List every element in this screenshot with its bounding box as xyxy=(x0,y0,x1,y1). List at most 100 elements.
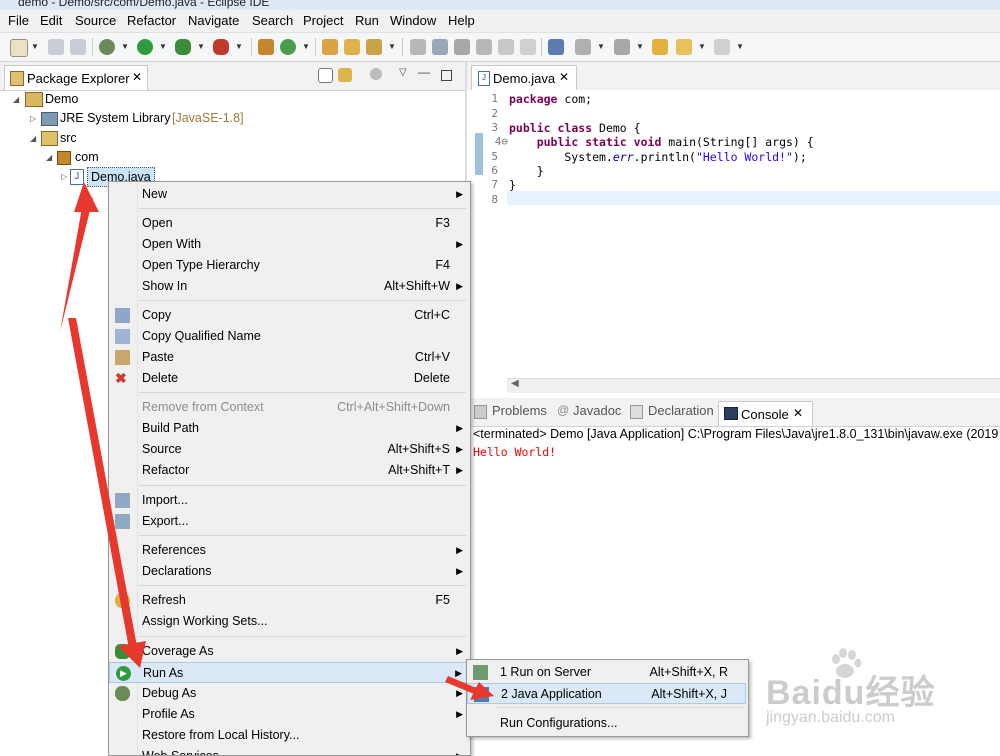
new-java-package-icon[interactable] xyxy=(258,39,274,55)
open-folder-icon[interactable] xyxy=(344,39,360,55)
tab-demo-java[interactable]: J Demo.java ✕ xyxy=(471,65,577,90)
menu-refactor[interactable]: Refactor xyxy=(127,13,176,28)
menu-run[interactable]: Run xyxy=(355,13,379,28)
last-edit-icon[interactable] xyxy=(652,39,668,55)
back-icon[interactable] xyxy=(676,39,692,55)
run-icon[interactable] xyxy=(137,39,153,55)
tree-label-jre-version: [JavaSE-1.8] xyxy=(172,111,244,125)
search-icon[interactable] xyxy=(366,39,382,55)
menu-item-copy[interactable]: Copy Ctrl+C xyxy=(109,305,468,326)
menu-project[interactable]: Project xyxy=(303,13,343,28)
close-icon[interactable]: ✕ xyxy=(559,70,569,84)
chevron-down-icon[interactable]: ▼ xyxy=(636,42,644,51)
submenu-item-run-configurations[interactable]: Run Configurations... xyxy=(467,713,746,734)
menu-item-label: References xyxy=(142,543,206,557)
collapse-all-icon[interactable] xyxy=(318,68,333,83)
link-with-editor-icon[interactable] xyxy=(338,68,352,82)
coverage-icon[interactable] xyxy=(175,39,191,55)
submenu-item-2-java-application[interactable]: 2 Java Application Alt+Shift+X, J xyxy=(467,683,746,704)
menu-edit[interactable]: Edit xyxy=(40,13,62,28)
pilcrow-icon[interactable] xyxy=(520,39,536,55)
word-wrap-icon[interactable] xyxy=(454,39,470,55)
code-line: public static void main(String[] args) { xyxy=(536,135,814,149)
expand-icon[interactable]: ◢ xyxy=(30,130,36,148)
tab-javadoc[interactable]: Javadoc xyxy=(573,403,621,418)
chevron-down-icon[interactable]: ▼ xyxy=(597,42,605,51)
prev-annotation-icon[interactable] xyxy=(614,39,630,55)
menu-item-declarations[interactable]: Declarations ▶ xyxy=(109,561,468,582)
expand-icon[interactable]: ◢ xyxy=(46,149,52,167)
chevron-down-icon[interactable]: ▼ xyxy=(31,42,39,51)
menu-item-profile-as[interactable]: Profile As ▶ xyxy=(109,704,468,725)
menu-item-references[interactable]: References ▶ xyxy=(109,540,468,561)
menu-navigate[interactable]: Navigate xyxy=(188,13,239,28)
tab-declaration[interactable]: Declaration xyxy=(648,403,714,418)
tab-package-explorer[interactable]: Package Explorer ✕ xyxy=(4,65,148,90)
menu-item-open-type-hierarchy[interactable]: Open Type Hierarchy F4 xyxy=(109,255,468,276)
chevron-down-icon[interactable]: ▼ xyxy=(698,42,706,51)
scroll-left-icon[interactable]: ◀ xyxy=(511,378,519,389)
menu-help[interactable]: Help xyxy=(448,13,475,28)
menu-item-new[interactable]: New ▶ xyxy=(109,184,468,205)
submenu-item-1-run-on-server[interactable]: 1 Run on Server Alt+Shift+X, R xyxy=(467,662,746,683)
menu-item-restore-from-local-history[interactable]: Restore from Local History... xyxy=(109,725,468,746)
close-icon[interactable]: ✕ xyxy=(793,406,803,420)
menu-item-delete[interactable]: ✖ Delete Delete xyxy=(109,368,468,389)
menu-item-source[interactable]: Source Alt+Shift+S ▶ xyxy=(109,439,468,460)
whitespace-icon[interactable] xyxy=(498,39,514,55)
chevron-down-icon[interactable]: ▼ xyxy=(197,42,205,51)
menu-item-open[interactable]: Open F3 xyxy=(109,213,468,234)
maximize-icon[interactable] xyxy=(441,70,452,81)
forward-icon[interactable] xyxy=(714,39,730,55)
block-select-icon[interactable] xyxy=(476,39,492,55)
minimize-icon[interactable]: — xyxy=(418,65,430,79)
save-icon[interactable] xyxy=(48,39,64,55)
menu-item-web-services[interactable]: Web Services ▶ xyxy=(109,746,468,755)
editor-horizontal-scrollbar[interactable]: ◀ xyxy=(507,378,1000,393)
menu-item-coverage-as[interactable]: Coverage As ▶ xyxy=(109,641,468,662)
collapse-icon[interactable]: ▷ xyxy=(30,110,36,128)
chevron-down-icon[interactable]: ▼ xyxy=(159,42,167,51)
menu-item-build-path[interactable]: Build Path ▶ xyxy=(109,418,468,439)
next-annotation-icon[interactable] xyxy=(575,39,591,55)
menu-item-show-in[interactable]: Show In Alt+Shift+W ▶ xyxy=(109,276,468,297)
new-icon[interactable] xyxy=(10,39,28,57)
menu-item-paste[interactable]: Paste Ctrl+V xyxy=(109,347,468,368)
menu-window[interactable]: Window xyxy=(390,13,436,28)
external-tools-icon[interactable] xyxy=(213,39,229,55)
view-menu-icon[interactable]: ▽ xyxy=(399,67,407,78)
breadcrumb-icon[interactable] xyxy=(432,39,448,55)
menu-item-export[interactable]: Export... xyxy=(109,511,468,532)
menu-item-refactor[interactable]: Refactor Alt+Shift+T ▶ xyxy=(109,460,468,481)
menu-item-debug-as[interactable]: Debug As ▶ xyxy=(109,683,468,704)
submenu-item-label: 1 Run on Server xyxy=(500,665,592,679)
menu-search[interactable]: Search xyxy=(252,13,293,28)
chevron-down-icon[interactable]: ▼ xyxy=(121,42,129,51)
toggle-mark-icon[interactable] xyxy=(410,39,426,55)
tab-problems[interactable]: Problems xyxy=(492,403,547,418)
debug-icon[interactable] xyxy=(99,39,115,55)
chevron-down-icon[interactable]: ▼ xyxy=(235,42,243,51)
open-type-icon[interactable] xyxy=(322,39,338,55)
menu-file[interactable]: File xyxy=(8,13,29,28)
collapse-icon[interactable]: ▷ xyxy=(61,168,67,186)
chevron-down-icon[interactable]: ▼ xyxy=(302,42,310,51)
menu-item-assign-working-sets[interactable]: Assign Working Sets... xyxy=(109,611,468,632)
menu-item-open-with[interactable]: Open With ▶ xyxy=(109,234,468,255)
menu-separator xyxy=(139,485,466,486)
focus-icon[interactable] xyxy=(370,68,382,80)
close-icon[interactable]: ✕ xyxy=(132,70,142,84)
refresh-icon xyxy=(115,593,130,608)
new-java-class-icon[interactable] xyxy=(280,39,296,55)
menu-item-import[interactable]: Import... xyxy=(109,490,468,511)
chevron-down-icon[interactable]: ▼ xyxy=(736,42,744,51)
chevron-down-icon[interactable]: ▼ xyxy=(388,42,396,51)
pin-icon[interactable] xyxy=(548,39,564,55)
save-all-icon[interactable] xyxy=(70,39,86,55)
expand-icon[interactable]: ◢ xyxy=(13,91,19,109)
menu-source[interactable]: Source xyxy=(75,13,116,28)
menu-item-copy-qualified-name[interactable]: Copy Qualified Name xyxy=(109,326,468,347)
menu-item-refresh[interactable]: Refresh F5 xyxy=(109,590,468,611)
tab-console[interactable]: Console ✕ xyxy=(718,401,813,426)
menu-item-run-as[interactable]: ▶ Run As ▶ xyxy=(109,662,468,683)
